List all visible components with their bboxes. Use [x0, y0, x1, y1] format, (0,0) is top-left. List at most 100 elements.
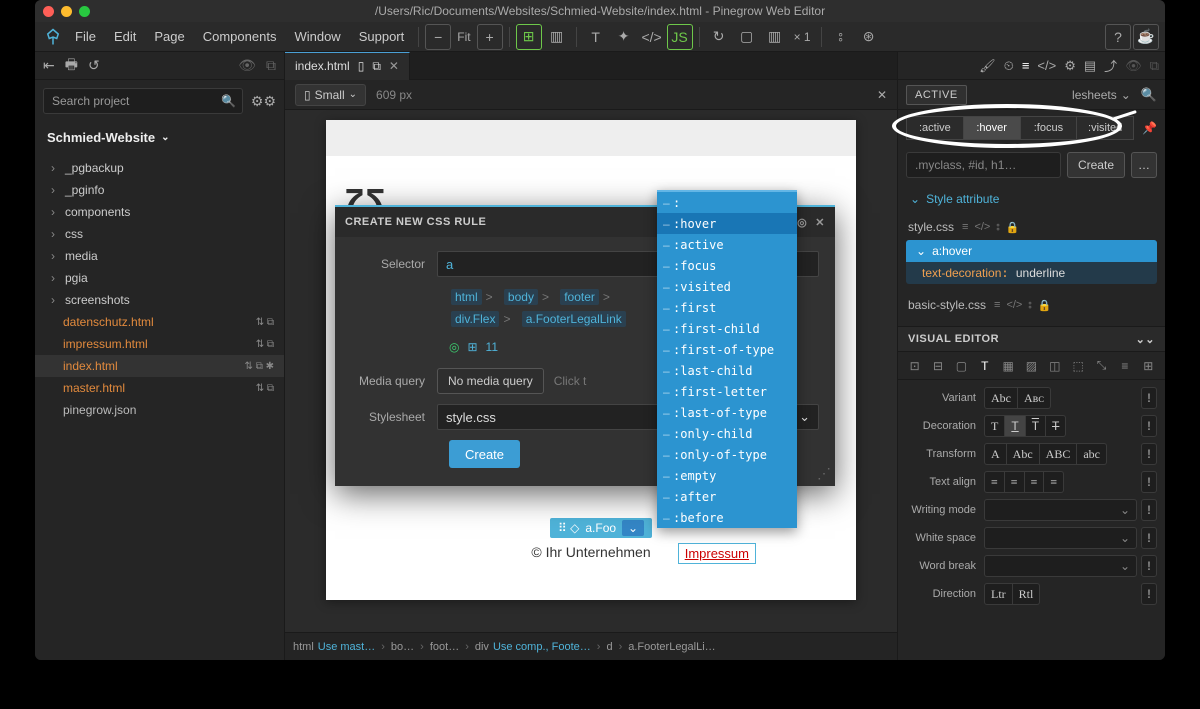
writing-mode-select[interactable]: ⌄: [984, 499, 1137, 521]
ve-border-icon[interactable]: ▦: [997, 356, 1018, 376]
columns-icon[interactable]: ▥: [544, 24, 570, 50]
pseudo-option[interactable]: –:first-letter: [657, 381, 797, 402]
pseudo-option[interactable]: –:active: [657, 234, 797, 255]
important-toggle[interactable]: !: [1141, 415, 1157, 437]
deco-overline[interactable]: T: [1026, 415, 1046, 437]
pseudo-option[interactable]: –:before: [657, 507, 797, 528]
transform-none[interactable]: A: [984, 443, 1007, 465]
attributes-icon[interactable]: ⚙: [1064, 58, 1076, 74]
selection-label[interactable]: ⠿ ◇a.Foo ⌄: [550, 518, 652, 538]
stylesheet-style[interactable]: style.css ≡</>⦂🔒: [898, 214, 1165, 240]
project-name[interactable]: Schmied-Website ⌄: [35, 122, 284, 153]
important-toggle[interactable]: !: [1141, 471, 1157, 493]
undo-icon[interactable]: ↺: [88, 57, 100, 74]
resize-handle-icon[interactable]: ⋰: [817, 465, 831, 482]
variant-smallcaps[interactable]: Aʙᴄ: [1018, 387, 1051, 409]
tree-file[interactable]: impressum.html⇅ ⧉: [35, 333, 284, 355]
transform-cap[interactable]: Abc: [1007, 443, 1040, 465]
target-icon[interactable]: ◎: [797, 216, 807, 229]
close-viewport-icon[interactable]: ✕: [877, 88, 887, 102]
tree-folder[interactable]: ›screenshots: [35, 289, 284, 311]
create-button[interactable]: Create: [449, 440, 520, 468]
breadcrumb-item[interactable]: foot…: [430, 641, 459, 653]
rule-value[interactable]: underline: [1016, 266, 1065, 280]
menu-edit[interactable]: Edit: [106, 25, 144, 48]
pseudo-active[interactable]: :active: [906, 116, 964, 140]
deco-none[interactable]: T: [984, 415, 1005, 437]
ve-layout-icon[interactable]: ⊡: [904, 356, 925, 376]
tree-file[interactable]: pinegrow.json: [35, 399, 284, 421]
close-icon[interactable]: ✕: [815, 216, 825, 229]
wordbreak-select[interactable]: ⌄: [984, 555, 1137, 577]
ve-align-icon[interactable]: ⤡: [1091, 356, 1112, 376]
variant-normal[interactable]: Abc: [984, 387, 1018, 409]
brush-icon[interactable]: 🖌: [979, 58, 996, 74]
important-toggle[interactable]: !: [1141, 387, 1157, 409]
active-chip[interactable]: ACTIVE: [906, 85, 967, 105]
insert-icon[interactable]: ⊞: [516, 24, 542, 50]
pseudo-option[interactable]: –:last-child: [657, 360, 797, 381]
selector-input[interactable]: .myclass, #id, h1…: [906, 152, 1061, 178]
footer-link-impressum[interactable]: Impressum: [678, 543, 756, 564]
speed-icon[interactable]: ⏲: [1004, 58, 1014, 74]
tree-folder[interactable]: ›_pgbackup: [35, 157, 284, 179]
tree-folder[interactable]: ›components: [35, 201, 284, 223]
menu-page[interactable]: Page: [146, 25, 192, 48]
important-toggle[interactable]: !: [1141, 555, 1157, 577]
breadcrumb-item[interactable]: divUse comp., Foote…: [475, 641, 591, 653]
css-rule[interactable]: ⌄ a:hover text-decoration: underline: [906, 240, 1157, 284]
visual-editor-header[interactable]: VISUAL EDITOR ⌄⌄: [898, 326, 1165, 352]
ve-shadow-icon[interactable]: ◫: [1044, 356, 1065, 376]
tree-file[interactable]: datenschutz.html⇅ ⧉: [35, 311, 284, 333]
breadcrumb-item[interactable]: d: [606, 641, 612, 653]
important-toggle[interactable]: !: [1141, 527, 1157, 549]
important-toggle[interactable]: !: [1141, 499, 1157, 521]
collapse-panel-icon[interactable]: ⇤: [43, 57, 55, 74]
pseudo-option[interactable]: –:last-of-type: [657, 402, 797, 423]
breakpoints-icon[interactable]: ▥: [762, 24, 788, 50]
copy-icon[interactable]: ⧉: [1150, 58, 1159, 74]
stylesheet-basic[interactable]: basic-style.css ≡</>⦂🔒: [898, 292, 1165, 318]
menu-components[interactable]: Components: [195, 25, 285, 48]
ve-grid-icon[interactable]: ⊞: [1138, 356, 1159, 376]
fit-label[interactable]: Fit: [453, 30, 474, 44]
menu-support[interactable]: Support: [351, 25, 413, 48]
zoom-mult[interactable]: × 1: [790, 30, 815, 44]
text-tool-icon[interactable]: T: [583, 24, 609, 50]
refresh-icon[interactable]: ↻: [706, 24, 732, 50]
selection-plus[interactable]: ⌄: [622, 520, 644, 536]
pseudo-option[interactable]: –:only-of-type: [657, 444, 797, 465]
pseudo-option[interactable]: –:: [657, 192, 797, 213]
eye-icon[interactable]: 👁: [1125, 58, 1142, 74]
help-icon[interactable]: ?: [1105, 24, 1131, 50]
visibility-icon[interactable]: ⦂: [828, 24, 854, 50]
zoom-out-icon[interactable]: −: [425, 24, 451, 50]
direction-ltr[interactable]: Ltr: [984, 583, 1013, 605]
style-attribute-toggle[interactable]: ⌄ Style attribute: [898, 184, 1165, 214]
stylesheets-dropdown[interactable]: lesheets⌄: [1072, 88, 1131, 102]
pseudo-option[interactable]: –:visited: [657, 276, 797, 297]
pseudo-visited[interactable]: :visited: [1077, 116, 1134, 140]
ve-flex-icon[interactable]: ⬚: [1068, 356, 1089, 376]
pseudo-option[interactable]: –:first-of-type: [657, 339, 797, 360]
important-toggle[interactable]: !: [1141, 443, 1157, 465]
print-icon[interactable]: 🖶: [65, 54, 78, 78]
menu-window[interactable]: Window: [286, 25, 348, 48]
grid-icon[interactable]: ⊞: [467, 340, 477, 354]
viewport-size-button[interactable]: ▯ Small ⌄: [295, 84, 366, 106]
menu-file[interactable]: File: [67, 25, 104, 48]
tree-folder[interactable]: ›css: [35, 223, 284, 245]
align-center[interactable]: ≡: [1005, 471, 1025, 493]
ve-size-icon[interactable]: ▢: [951, 356, 972, 376]
test-clicks-icon[interactable]: ✦: [611, 24, 637, 50]
code-icon[interactable]: </>: [1037, 58, 1056, 73]
pin-icon[interactable]: 📌: [1142, 121, 1157, 135]
code-icon[interactable]: </>: [639, 24, 665, 50]
rule-property[interactable]: text-decoration: [922, 266, 1001, 280]
coffee-icon[interactable]: ☕: [1133, 24, 1159, 50]
target-highlight-icon[interactable]: ◎: [449, 340, 459, 354]
pseudo-option[interactable]: –:empty: [657, 465, 797, 486]
dual-view-icon[interactable]: ⧉: [372, 59, 381, 74]
pseudo-focus[interactable]: :focus: [1021, 116, 1078, 140]
focus-icon[interactable]: ⊛: [856, 24, 882, 50]
